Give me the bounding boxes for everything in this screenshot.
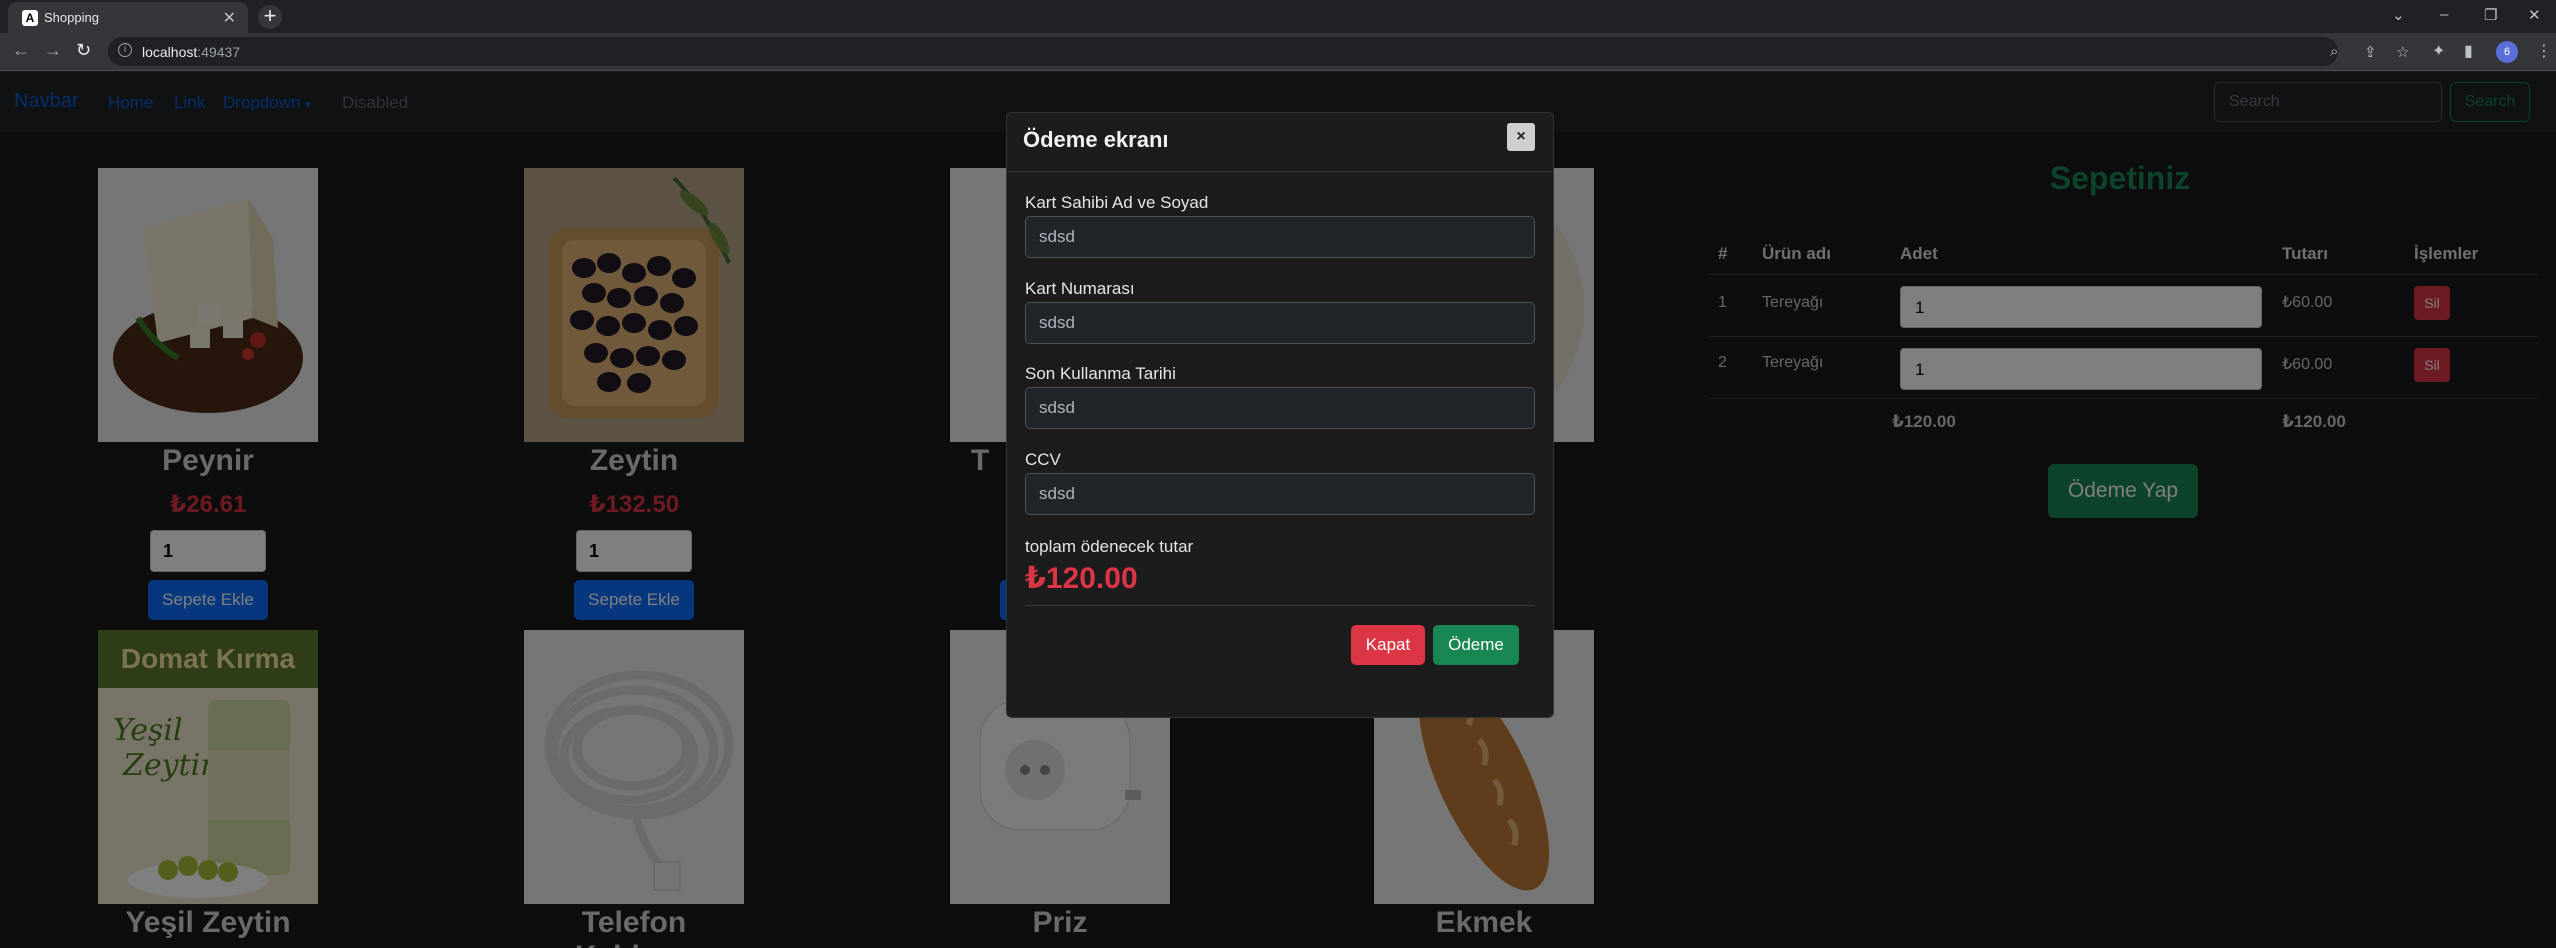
extensions-icon[interactable]: ✦	[2432, 41, 2445, 61]
modal-footer-divider	[1025, 605, 1535, 606]
side-panel-icon[interactable]: ▮	[2464, 41, 2473, 61]
address-bar[interactable]: i localhost:49437 ⌕ ⇪ ☆	[108, 37, 2409, 66]
card-holder-input[interactable]: sdsd	[1025, 216, 1535, 258]
card-number-label: Kart Numarası	[1025, 279, 1135, 298]
share-icon[interactable]: ⇪	[2364, 43, 2377, 61]
url-text: localhost:49437	[142, 44, 241, 60]
browser-toolbar: ← → ↻ i localhost:49437 ⌕ ⇪ ☆ ✦ ▮ 6 ⋮	[0, 33, 2556, 71]
ccv-input[interactable]: sdsd	[1025, 473, 1535, 515]
browser-tab-strip: A Shopping ✕ + ⌄ – ❐ ✕	[0, 0, 2556, 33]
card-holder-label: Kart Sahibi Ad ve Soyad	[1025, 193, 1209, 212]
tab-close-icon[interactable]: ✕	[223, 8, 236, 28]
angular-favicon-icon: A	[22, 10, 38, 26]
ccv-label: CCV	[1025, 450, 1061, 469]
close-button[interactable]: Kapat	[1351, 625, 1425, 665]
modal-header-divider	[1007, 171, 1553, 172]
bookmark-star-icon[interactable]: ☆	[2396, 43, 2409, 61]
expiry-date-input[interactable]: sdsd	[1025, 387, 1535, 429]
menu-icon[interactable]: ⋮	[2536, 41, 2552, 61]
new-tab-icon[interactable]: +	[258, 5, 282, 29]
tab-search-icon[interactable]: ⌄	[2392, 6, 2405, 24]
expiry-date-label: Son Kullanma Tarihi	[1025, 364, 1176, 383]
forward-icon[interactable]: →	[44, 40, 62, 61]
site-info-icon[interactable]: i	[118, 43, 132, 57]
reload-icon[interactable]: ↻	[76, 40, 91, 61]
browser-tab[interactable]: A Shopping ✕	[8, 2, 248, 33]
profile-avatar[interactable]: 6	[2496, 41, 2518, 63]
minimize-icon[interactable]: –	[2440, 6, 2448, 23]
window-close-icon[interactable]: ✕	[2528, 6, 2541, 24]
pay-button[interactable]: Ödeme	[1433, 625, 1519, 665]
restore-icon[interactable]: ❐	[2484, 6, 2497, 24]
payment-modal: Ödeme ekranı × Kart Sahibi Ad ve Soyad s…	[1006, 112, 1554, 718]
close-icon[interactable]: ×	[1507, 123, 1535, 151]
card-number-input[interactable]: sdsd	[1025, 302, 1535, 344]
tab-title: Shopping	[44, 10, 99, 25]
zoom-icon[interactable]: ⌕	[2330, 43, 2338, 60]
back-icon[interactable]: ←	[12, 40, 30, 61]
amount-value: ₺120.00	[1025, 562, 1138, 595]
modal-title: Ödeme ekranı	[1023, 127, 1169, 152]
amount-label: toplam ödenecek tutar	[1025, 537, 1194, 556]
